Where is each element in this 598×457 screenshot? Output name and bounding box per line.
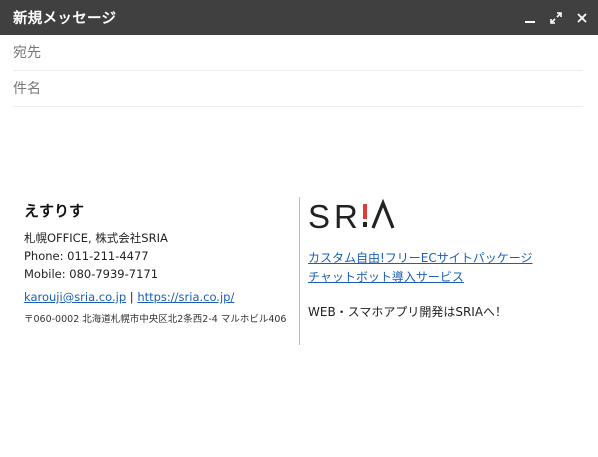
signature-mobile: Mobile: 080-7939-7171 <box>24 267 159 281</box>
email-link[interactable]: karouji@sria.co.jp <box>24 290 126 304</box>
ec-package-link[interactable]: カスタム自由!フリーECサイトパッケージ <box>308 249 588 268</box>
to-input[interactable] <box>13 44 583 61</box>
subject-input[interactable] <box>13 80 583 97</box>
signature-address: 〒060-0002 北海道札幌市中央区北2条西2-4 マルホビル406 <box>24 314 287 325</box>
compose-titlebar[interactable]: 新規メッセージ <box>0 0 598 35</box>
service-links: カスタム自由!フリーECサイトパッケージ チャットボット導入サービス <box>308 249 588 287</box>
signature-right: SR カスタム自由!フリーECサイトパッケージ チャットボット導入サービス WE… <box>308 197 588 320</box>
signature-links: karouji@sria.co.jp | https://sria.co.jp/ <box>24 290 294 304</box>
svg-text:SR: SR <box>308 199 362 233</box>
to-field <box>13 35 583 71</box>
minimize-icon[interactable] <box>524 12 536 24</box>
link-separator: | <box>126 290 138 304</box>
compose-title: 新規メッセージ <box>13 11 117 27</box>
signature-divider <box>299 197 300 345</box>
signature-left: えすりす 札幌OFFICE, 株式会社SRIA Phone: 011-211-4… <box>24 197 294 325</box>
signature-name: えすりす <box>24 202 85 220</box>
expand-icon[interactable] <box>550 11 562 24</box>
signature-phone: Phone: 011-211-4477 <box>24 249 149 263</box>
website-link[interactable]: https://sria.co.jp/ <box>137 290 234 304</box>
window-controls <box>524 11 588 24</box>
signature-block: えすりす 札幌OFFICE, 株式会社SRIA Phone: 011-211-4… <box>24 197 579 457</box>
close-icon[interactable] <box>576 12 588 24</box>
sria-logo: SR <box>308 198 588 235</box>
chatbot-service-link[interactable]: チャットボット導入サービス <box>308 268 588 287</box>
compose-window: 新規メッセージ 宛先 件名 えすりす 札幌OFFICE, 株式会社SRIA Ph… <box>0 0 598 379</box>
subject-field <box>13 71 583 107</box>
signature-company: 札幌OFFICE, 株式会社SRIA <box>24 231 168 245</box>
signature-tagline: WEB・スマホアプリ開発はSRIAへ！ <box>308 305 508 319</box>
